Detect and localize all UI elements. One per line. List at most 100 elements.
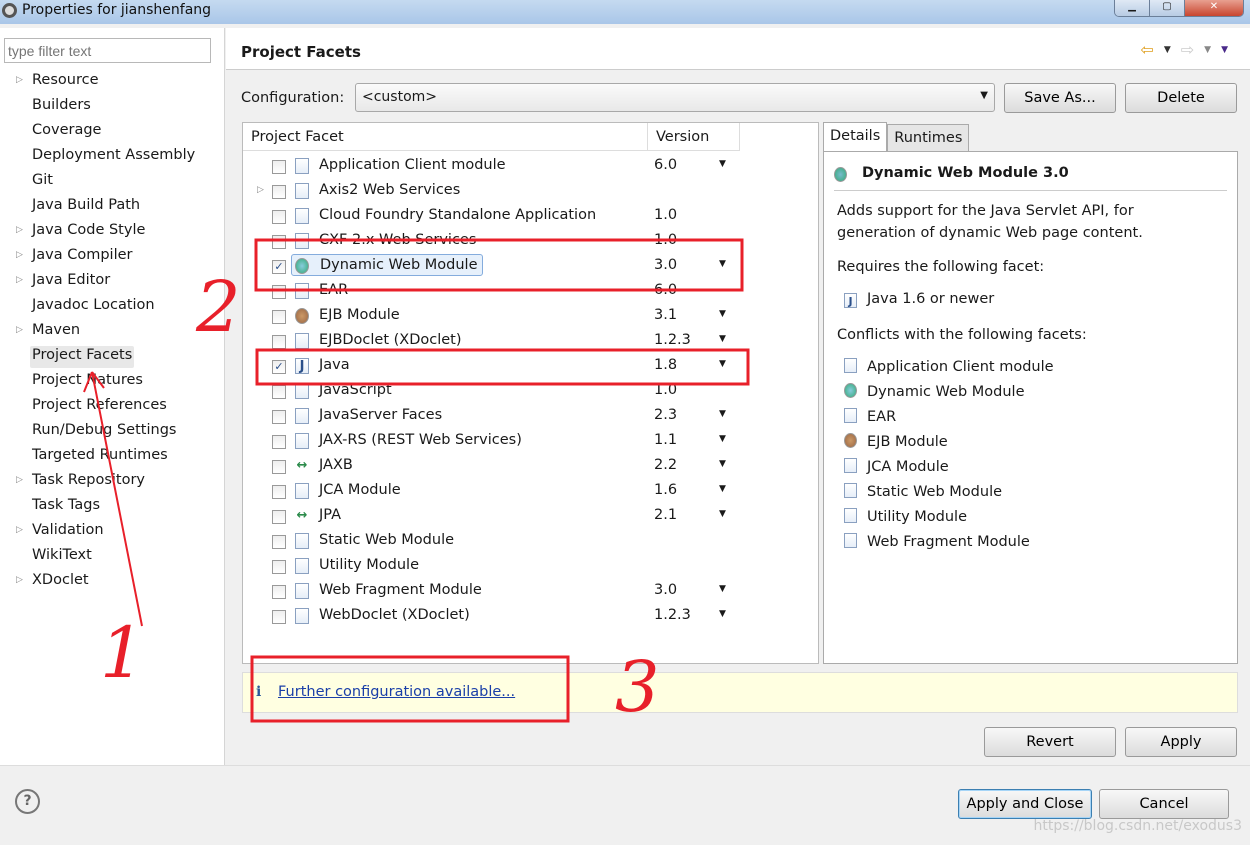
facet-checkbox[interactable] [272, 160, 286, 174]
save-as-button[interactable]: Save As... [1004, 83, 1116, 113]
tab-runtimes[interactable]: Runtimes [887, 124, 970, 153]
sidebar-item[interactable]: Task Tags [30, 496, 102, 518]
facet-row[interactable]: EJBDoclet (XDoclet) 1.2.3 ▼ [243, 329, 818, 354]
facet-row[interactable]: JCA Module 1.6 ▼ [243, 479, 818, 504]
facet-checkbox[interactable] [272, 235, 286, 249]
expand-icon[interactable]: ▷ [16, 225, 23, 235]
version-dropdown-icon[interactable]: ▼ [719, 484, 726, 494]
facet-row[interactable]: Static Web Module [243, 529, 818, 554]
configuration-select[interactable]: <custom> ▼ [355, 83, 995, 112]
facet-version[interactable]: 6.0 [654, 157, 677, 173]
facet-version[interactable]: 3.1 [654, 307, 677, 323]
version-dropdown-icon[interactable]: ▼ [719, 409, 726, 419]
expand-icon[interactable]: ▷ [257, 185, 264, 195]
facet-checkbox[interactable] [272, 460, 286, 474]
facet-row[interactable]: WebDoclet (XDoclet) 1.2.3 ▼ [243, 604, 818, 629]
facet-checkbox[interactable]: ✓ [272, 360, 286, 374]
facet-row[interactable]: Utility Module [243, 554, 818, 579]
facet-checkbox[interactable] [272, 185, 286, 199]
facet-row[interactable]: EAR 6.0 [243, 279, 818, 304]
forward-icon[interactable]: ⇨ [1181, 40, 1194, 59]
facet-row[interactable]: ✓ J Java 1.8 ▼ [243, 354, 818, 379]
version-dropdown-icon[interactable]: ▼ [719, 259, 726, 269]
column-header-facet[interactable]: Project Facet [243, 123, 648, 151]
facet-version[interactable]: 2.2 [654, 457, 677, 473]
column-header-version[interactable]: Version [648, 123, 740, 151]
sidebar-item[interactable]: ▷ XDoclet [16, 571, 91, 593]
apply-and-close-button[interactable]: Apply and Close [958, 789, 1092, 819]
facet-checkbox[interactable] [272, 210, 286, 224]
version-dropdown-icon[interactable]: ▼ [719, 434, 726, 444]
version-dropdown-icon[interactable]: ▼ [719, 159, 726, 169]
facet-row[interactable]: ↔ JPA 2.1 ▼ [243, 504, 818, 529]
cancel-button[interactable]: Cancel [1099, 789, 1229, 819]
facet-row[interactable]: ↔ JAXB 2.2 ▼ [243, 454, 818, 479]
expand-icon[interactable]: ▷ [16, 475, 23, 485]
sidebar-item[interactable]: ▷ Task Repository [16, 471, 147, 493]
facet-checkbox[interactable] [272, 510, 286, 524]
back-icon[interactable]: ⇦ [1140, 40, 1153, 59]
sidebar-item[interactable]: WikiText [30, 546, 94, 568]
expand-icon[interactable]: ▷ [16, 525, 23, 535]
expand-icon[interactable]: ▷ [16, 275, 23, 285]
delete-button[interactable]: Delete [1125, 83, 1237, 113]
sidebar-item[interactable]: Run/Debug Settings [30, 421, 178, 443]
sidebar-item[interactable]: Project Facets [30, 346, 135, 368]
facet-checkbox[interactable] [272, 610, 286, 624]
sidebar-item[interactable]: Java Build Path [30, 196, 142, 218]
facet-row[interactable]: EJB Module 3.1 ▼ [243, 304, 818, 329]
facet-checkbox[interactable] [272, 435, 286, 449]
expand-icon[interactable]: ▷ [16, 575, 23, 585]
facet-version[interactable]: 2.1 [654, 507, 677, 523]
facet-checkbox[interactable] [272, 485, 286, 499]
view-menu-icon[interactable]: ▼ [1221, 45, 1228, 55]
minimize-button[interactable]: ▁ [1115, 0, 1150, 16]
help-icon[interactable]: ? [15, 789, 40, 814]
version-dropdown-icon[interactable]: ▼ [719, 609, 726, 619]
version-dropdown-icon[interactable]: ▼ [719, 309, 726, 319]
facet-checkbox[interactable] [272, 385, 286, 399]
facet-version[interactable]: 2.3 [654, 407, 677, 423]
facet-row[interactable]: Dynamic Web Module ✓ 3.0 ▼ [243, 254, 818, 279]
expand-icon[interactable]: ▷ [16, 250, 23, 260]
facet-version[interactable]: 1.1 [654, 432, 677, 448]
version-dropdown-icon[interactable]: ▼ [719, 359, 726, 369]
sidebar-item[interactable]: Targeted Runtimes [30, 446, 170, 468]
facet-row[interactable]: JavaScript 1.0 [243, 379, 818, 404]
facet-row[interactable]: CXF 2.x Web Services 1.0 [243, 229, 818, 254]
facet-version[interactable]: 3.0 [654, 257, 677, 273]
facet-version[interactable]: 1.6 [654, 482, 677, 498]
facet-version[interactable]: 1.8 [654, 357, 677, 373]
expand-icon[interactable]: ▷ [16, 325, 23, 335]
sidebar-item[interactable]: ▷ Java Code Style [16, 221, 147, 243]
sidebar-item[interactable]: Javadoc Location [30, 296, 157, 318]
forward-menu-icon[interactable]: ▼ [1204, 45, 1211, 55]
version-dropdown-icon[interactable]: ▼ [719, 584, 726, 594]
facet-checkbox[interactable] [272, 285, 286, 299]
sidebar-item[interactable]: Builders [30, 96, 93, 118]
facet-checkbox[interactable] [272, 585, 286, 599]
sidebar-item[interactable]: ▷ Java Compiler [16, 246, 135, 268]
facet-version[interactable]: 1.2.3 [654, 332, 691, 348]
sidebar-item[interactable]: Project References [30, 396, 169, 418]
facet-row[interactable]: ▷ Axis2 Web Services [243, 179, 818, 204]
apply-button[interactable]: Apply [1125, 727, 1237, 757]
facet-row[interactable]: Cloud Foundry Standalone Application 1.0 [243, 204, 818, 229]
sidebar-item[interactable]: Coverage [30, 121, 103, 143]
sidebar-item[interactable]: Git [30, 171, 55, 193]
facet-row[interactable]: Application Client module 6.0 ▼ [243, 154, 818, 179]
facet-checkbox[interactable] [272, 535, 286, 549]
sidebar-item[interactable]: Project Natures [30, 371, 145, 393]
further-configuration-link[interactable]: Further configuration available... [278, 684, 515, 700]
expand-icon[interactable]: ▷ [16, 75, 23, 85]
filter-input[interactable] [4, 38, 211, 63]
facet-row[interactable]: JAX-RS (REST Web Services) 1.1 ▼ [243, 429, 818, 454]
facet-checkbox[interactable] [272, 560, 286, 574]
maximize-button[interactable]: ▢ [1150, 0, 1185, 16]
sidebar-item[interactable]: Deployment Assembly [30, 146, 197, 168]
version-dropdown-icon[interactable]: ▼ [719, 509, 726, 519]
tab-details[interactable]: Details [823, 122, 888, 153]
version-dropdown-icon[interactable]: ▼ [719, 459, 726, 469]
facet-row[interactable]: Web Fragment Module 3.0 ▼ [243, 579, 818, 604]
facet-row[interactable]: JavaServer Faces 2.3 ▼ [243, 404, 818, 429]
